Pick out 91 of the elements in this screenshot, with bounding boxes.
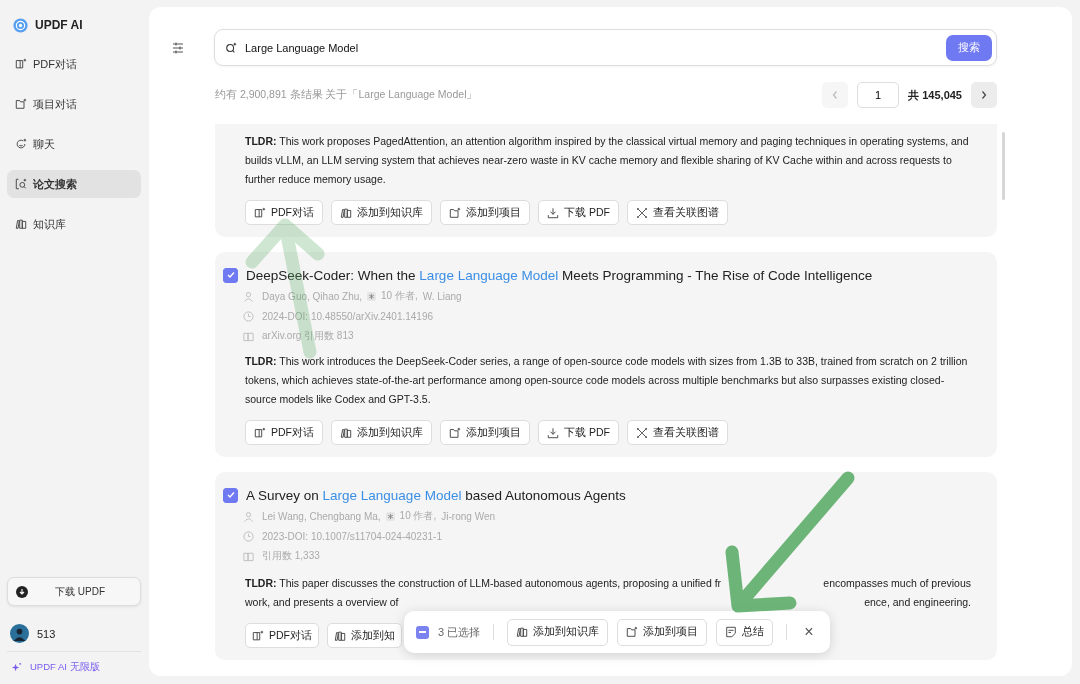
paper-doi: 2023-DOI: 10.1007/s11704-024-40231-1 bbox=[262, 530, 442, 542]
author-name: W. Liang bbox=[422, 290, 462, 302]
asterisk-icon bbox=[385, 511, 395, 521]
more-authors: 10 作者, bbox=[399, 509, 437, 523]
page-field[interactable]: 1 bbox=[857, 82, 900, 108]
sidebar-item[interactable]: 知识库 bbox=[7, 210, 141, 238]
check-icon bbox=[225, 490, 236, 500]
clock-icon bbox=[243, 310, 254, 322]
folder-icon bbox=[449, 426, 461, 439]
sidebar-item[interactable]: 项目对话 bbox=[7, 90, 141, 118]
action-button[interactable]: 添加到项目 bbox=[440, 420, 530, 445]
clock-icon bbox=[243, 530, 254, 542]
action-button[interactable]: 添加到项目 bbox=[440, 200, 530, 225]
folder-icon bbox=[626, 626, 639, 638]
action-button[interactable]: 查看关联图谱 bbox=[626, 420, 728, 445]
books-icon bbox=[516, 626, 529, 638]
book-icon bbox=[243, 330, 254, 342]
close-button[interactable]: × bbox=[800, 623, 818, 641]
brand-name: UPDF AI bbox=[35, 18, 83, 32]
graph-icon bbox=[635, 206, 648, 219]
books-icon bbox=[340, 426, 352, 439]
book-chat-icon bbox=[254, 206, 266, 219]
selected-count: 3 已选择 bbox=[438, 624, 481, 640]
download-icon bbox=[16, 585, 28, 598]
author-name: Ji-rong Wen bbox=[441, 510, 495, 522]
result-count: 约有 2,900,891 条结果 关于「Large Language Model」 bbox=[215, 88, 478, 102]
sidebar-item[interactable]: 聊天 bbox=[7, 130, 141, 158]
book-chat-icon bbox=[254, 426, 266, 439]
page-total: 共 145,045 bbox=[908, 87, 962, 103]
action-button[interactable]: 下载 PDF bbox=[538, 420, 619, 445]
avatar-icon bbox=[10, 624, 29, 643]
scrollbar[interactable] bbox=[1002, 132, 1005, 200]
books-icon bbox=[334, 629, 346, 642]
checkbox[interactable] bbox=[223, 487, 238, 503]
action-button[interactable]: PDF对话 bbox=[245, 420, 323, 445]
action-button[interactable]: 添加到知识库 bbox=[331, 420, 432, 445]
books-icon bbox=[15, 218, 27, 230]
plan-link[interactable]: UPDF AI 无限版 bbox=[30, 661, 100, 674]
checkbox[interactable] bbox=[223, 267, 238, 283]
folder-icon bbox=[15, 98, 27, 110]
paper-title[interactable]: A Survey on Large Language Model based Autonomous Agents bbox=[246, 487, 626, 503]
search-button[interactable]: 搜索 bbox=[946, 34, 992, 61]
more-authors: 10 作者, bbox=[381, 289, 418, 303]
bulk-action-button[interactable]: 总结 bbox=[716, 618, 774, 646]
paper-title[interactable]: DeepSeek-Coder: When the Large Language Model Meets Programming - The Rise of Code Intelligence bbox=[246, 267, 873, 283]
download-icon bbox=[547, 206, 559, 219]
document-search-icon bbox=[15, 178, 27, 190]
author-name: Lei Wang, Chengbang Ma, bbox=[262, 510, 381, 522]
chevron-right-icon bbox=[980, 90, 988, 100]
logo-icon bbox=[13, 17, 28, 33]
sidebar-item[interactable]: 论文搜索 bbox=[7, 170, 141, 198]
folder-icon bbox=[449, 206, 461, 219]
books-icon bbox=[340, 206, 352, 219]
sidebar-item[interactable]: PDF对话 bbox=[7, 50, 141, 78]
download-icon bbox=[547, 426, 559, 439]
paper-source: 引用数 1,333 bbox=[262, 549, 320, 563]
download-button[interactable]: 下载 UPDF bbox=[7, 577, 141, 606]
person-icon bbox=[243, 290, 254, 302]
action-button[interactable]: PDF对话 bbox=[245, 623, 319, 648]
person-icon bbox=[243, 510, 254, 522]
action-button[interactable]: 查看关联图谱 bbox=[626, 200, 728, 225]
sparkle-icon bbox=[11, 662, 22, 673]
tldr-summary: work, and presents a overview of bbox=[245, 595, 399, 610]
author-name: Daya Guo, Qihao Zhu, bbox=[262, 290, 363, 302]
graph-icon bbox=[635, 426, 648, 439]
bulk-action-button[interactable]: 添加到知识库 bbox=[507, 618, 609, 646]
book-icon bbox=[243, 550, 254, 562]
search-field[interactable]: Large Language Model 搜索 bbox=[214, 29, 997, 66]
tldr-summary: encompasses much of previous bbox=[823, 576, 971, 591]
tldr-summary: ence, and engineering. bbox=[864, 595, 971, 610]
filter-icon[interactable] bbox=[171, 40, 185, 55]
action-button[interactable]: PDF对话 bbox=[245, 200, 323, 225]
action-button[interactable]: 添加到知识库 bbox=[331, 200, 432, 225]
asterisk-icon bbox=[367, 291, 377, 301]
summary-icon bbox=[725, 626, 738, 638]
action-button[interactable]: 添加到知 bbox=[327, 623, 402, 648]
paper-doi: 2024-DOI: 10.48550/arXiv.2401.14196 bbox=[262, 310, 434, 322]
book-chat-icon bbox=[252, 629, 264, 642]
tldr-summary: TLDR: This work introduces the DeepSeek-Coder series, a range of open-source code models with sizes from 1.3B to 33B, trained from scratch on 2 trillion tokens, which achieves state-of-the-art performance among open-source code models across multiple benchmarks but also surpasses existing closed-source models like Codex and GPT-3.5. bbox=[245, 354, 969, 407]
action-button[interactable]: 下载 PDF bbox=[538, 200, 619, 225]
next-page-button[interactable] bbox=[971, 82, 997, 108]
search-icon bbox=[225, 41, 237, 54]
chevron-left-icon bbox=[831, 90, 840, 100]
chat-face-icon bbox=[15, 138, 27, 150]
tldr-summary: TLDR: This work proposes PagedAttention, an attention algorithm inspired by the classical virtual memory and paging techniques in operating systems, and builds vLLM, an LLM serving system that achieves near-zero waste in KV cache memory and flexible sharing of KV Cache within and across requests to further reduce memory usage. bbox=[245, 134, 970, 187]
tldr-summary: TLDR: This paper discusses the construction of LLM-based autonomous agents, proposing a unified fr bbox=[245, 576, 722, 591]
book-chat-icon bbox=[15, 58, 27, 70]
partial-checkbox-icon[interactable] bbox=[416, 625, 429, 639]
check-icon bbox=[225, 270, 236, 280]
bulk-action-button[interactable]: 添加到项目 bbox=[617, 618, 708, 646]
user-name: 513 bbox=[37, 627, 56, 640]
